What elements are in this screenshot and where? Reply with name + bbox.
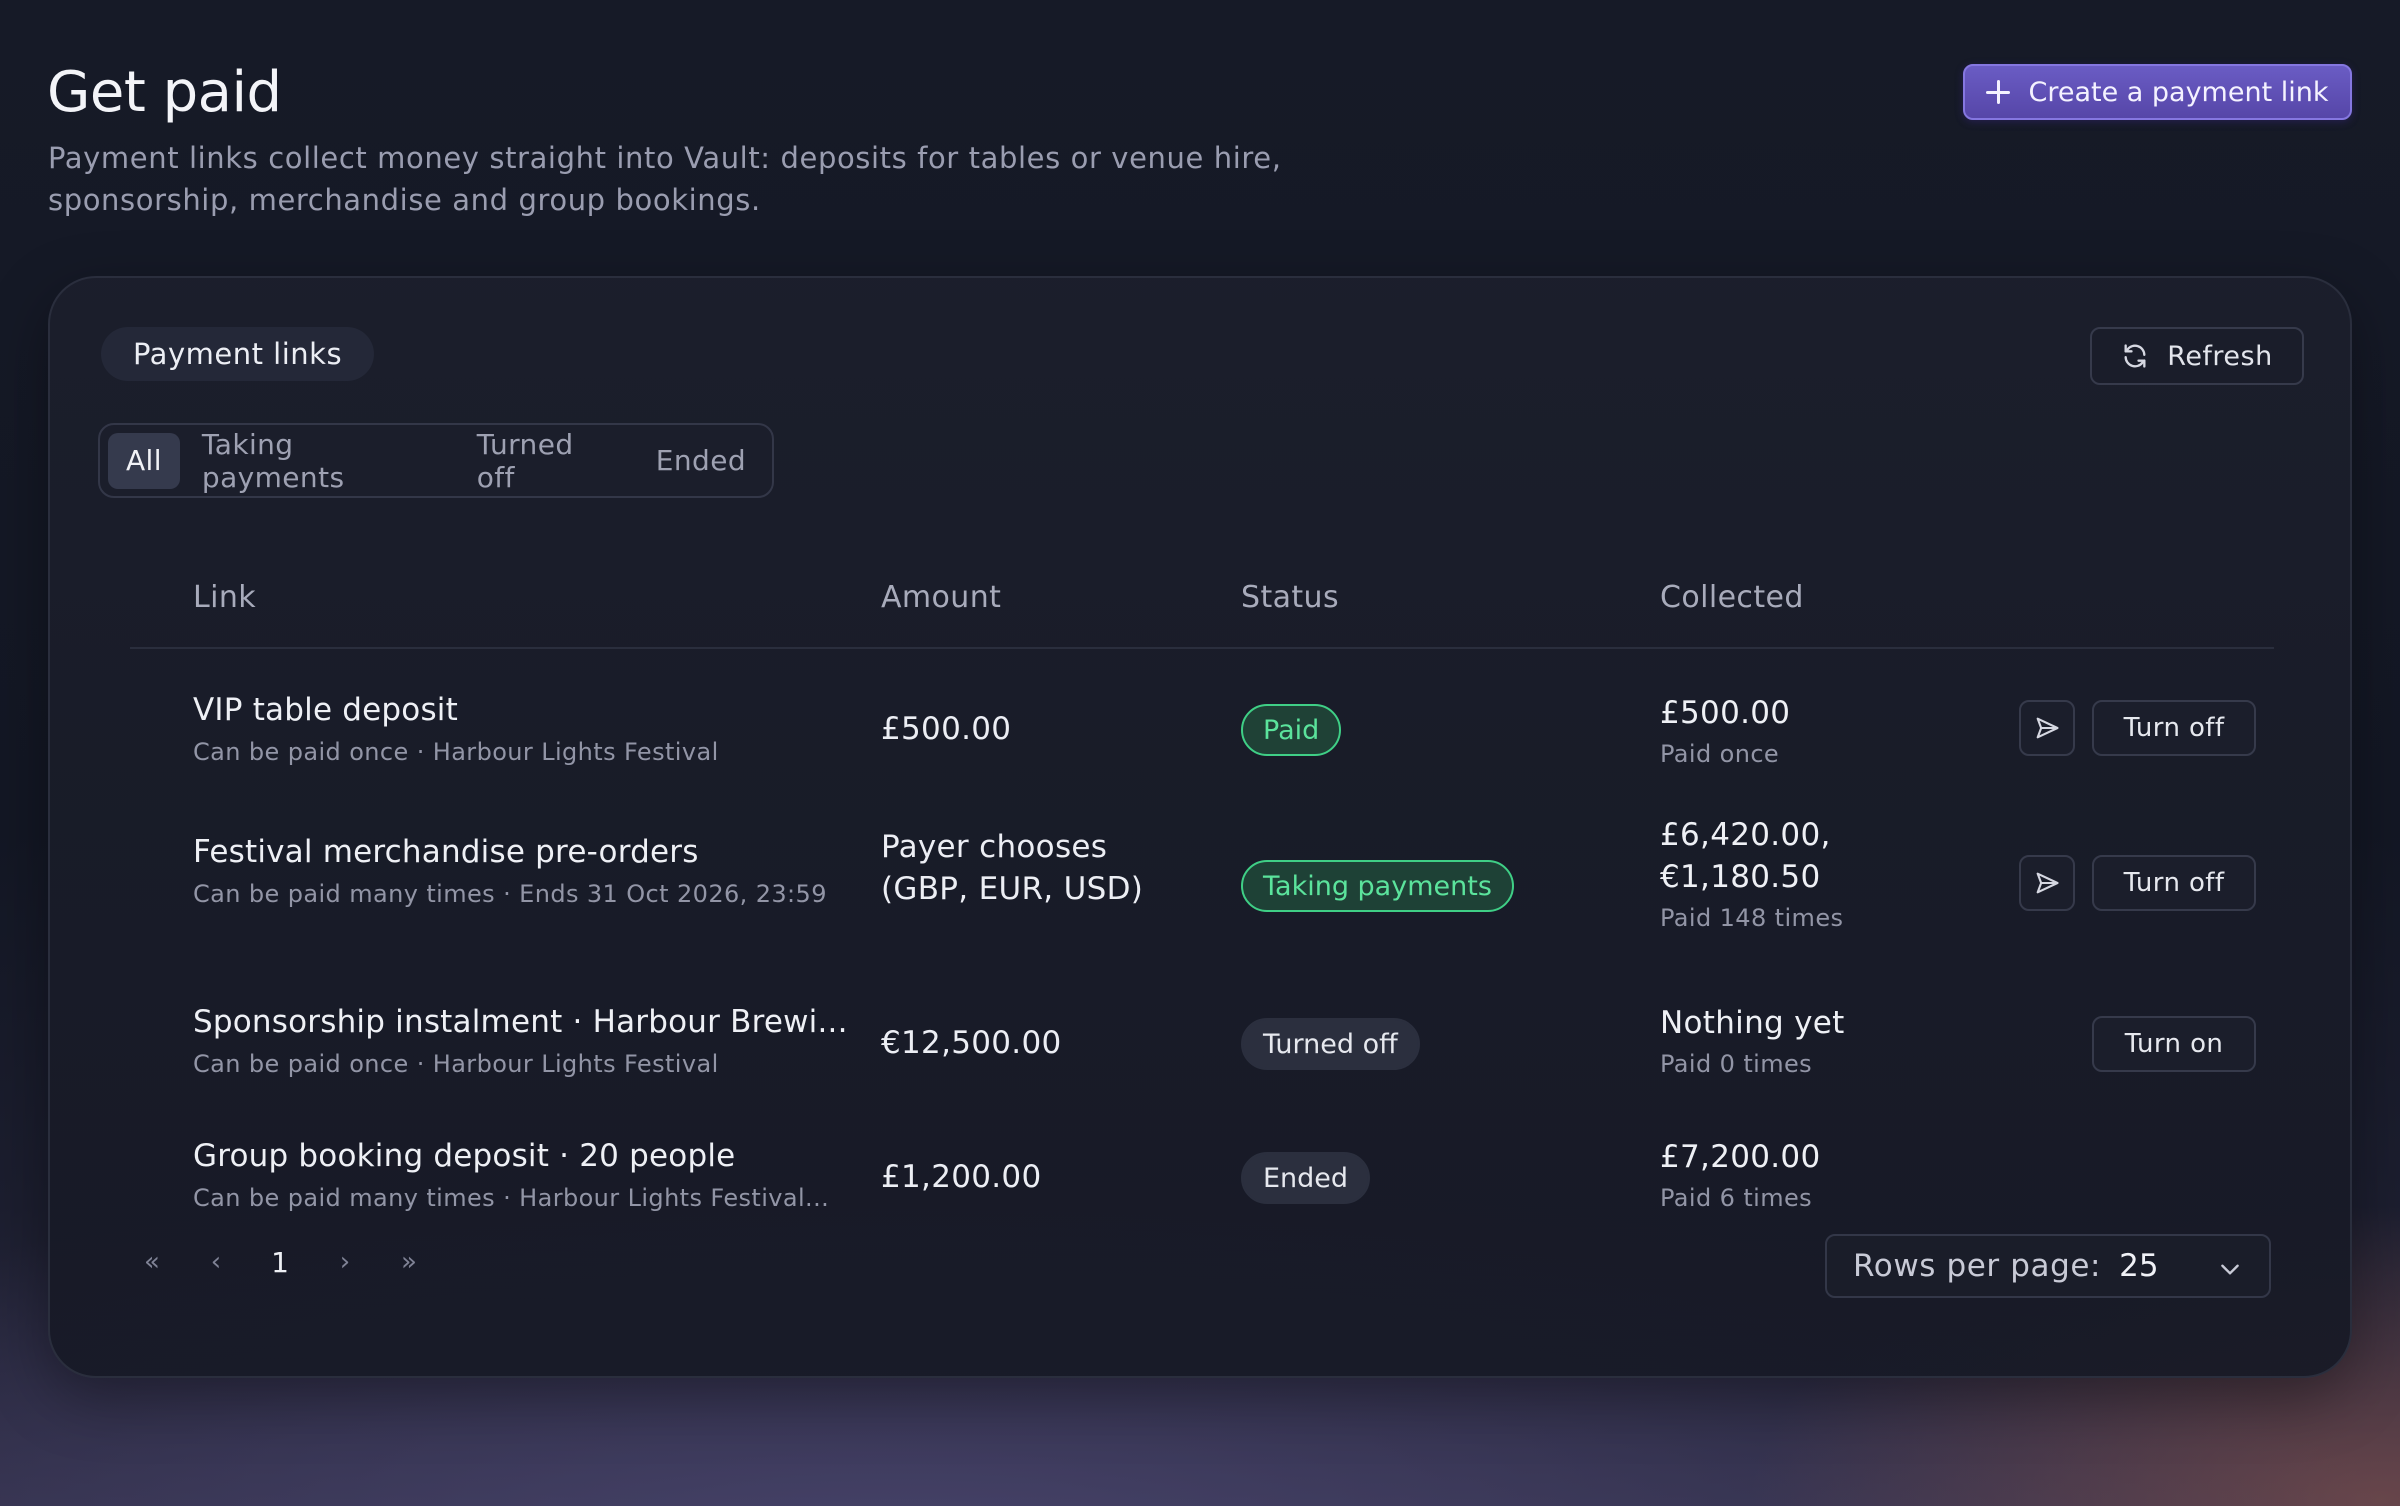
create-payment-link-button[interactable]: Create a payment link bbox=[1963, 64, 2352, 120]
collected-cell: £6,420.00, €1,180.50 Paid 148 times bbox=[1660, 814, 1843, 932]
amount-cell: £500.00 bbox=[881, 708, 1011, 750]
first-page-button[interactable]: « bbox=[130, 1234, 174, 1290]
collected-count: Paid 148 times bbox=[1660, 904, 1844, 932]
last-page-button[interactable]: » bbox=[387, 1234, 431, 1290]
status-filter-tabs: All Taking payments Turned off Ended bbox=[98, 423, 774, 498]
link-subtitle: Can be paid many times · Harbour Lights … bbox=[193, 1184, 830, 1212]
collected-amount: Nothing yet bbox=[1660, 1005, 1845, 1041]
chevron-down-icon bbox=[2221, 1264, 2239, 1275]
filter-tab-turned-off[interactable]: Turned off bbox=[459, 428, 634, 494]
table-header: Link Amount Status Collected bbox=[130, 568, 2274, 649]
link-subtitle: Can be paid many times · Ends 31 Oct 202… bbox=[193, 880, 827, 908]
link-title[interactable]: Festival merchandise pre-orders bbox=[193, 834, 827, 870]
link-subtitle: Can be paid once · Harbour Lights Festiv… bbox=[193, 738, 719, 766]
status-badge: Turned off bbox=[1241, 1018, 1420, 1070]
share-link-button[interactable] bbox=[2019, 855, 2075, 911]
link-subtitle: Can be paid once · Harbour Lights Festiv… bbox=[193, 1050, 719, 1078]
rows-per-page-select[interactable]: Rows per page: 25 bbox=[1825, 1234, 2271, 1298]
table-row[interactable]: Sponsorship instalment · Harbour Brewi..… bbox=[130, 978, 2274, 1108]
collected-count: Paid 6 times bbox=[1660, 1184, 1813, 1212]
pagination: « ‹ 1 › » bbox=[130, 1234, 530, 1290]
status-cell: Ended bbox=[1241, 1152, 1371, 1204]
collected-cell: Nothing yet Paid 0 times bbox=[1660, 1002, 1845, 1078]
refresh-icon bbox=[2124, 344, 2146, 368]
amount-cell: €12,500.00 bbox=[881, 1022, 1062, 1064]
filter-tab-taking-payments[interactable]: Taking payments bbox=[184, 428, 455, 494]
amount-value: £500.00 bbox=[881, 711, 1012, 747]
status-badge: Paid bbox=[1241, 704, 1342, 756]
link-title[interactable]: Sponsorship instalment · Harbour Brewi..… bbox=[193, 1004, 848, 1040]
table-row[interactable]: Festival merchandise pre-orders Can be p… bbox=[130, 798, 2274, 978]
link-title[interactable]: Group booking deposit · 20 people bbox=[193, 1138, 829, 1174]
amount-currencies: (GBP, EUR, USD) bbox=[881, 871, 1144, 907]
table-row[interactable]: Group booking deposit · 20 people Can be… bbox=[130, 1108, 2274, 1228]
refresh-label: Refresh bbox=[2167, 340, 2273, 372]
card-title: Payment links bbox=[101, 327, 375, 381]
prev-page-button[interactable]: ‹ bbox=[194, 1234, 238, 1290]
current-page[interactable]: 1 bbox=[258, 1234, 302, 1290]
share-link-button[interactable] bbox=[2019, 700, 2075, 756]
create-payment-link-label: Create a payment link bbox=[2028, 76, 2329, 108]
send-icon bbox=[2036, 872, 2059, 894]
collected-count: Paid 0 times bbox=[1660, 1050, 1813, 1078]
amount-cell: Payer chooses (GBP, EUR, USD) bbox=[881, 826, 1143, 910]
amount-cell: £1,200.00 bbox=[881, 1156, 1041, 1198]
status-badge: Ended bbox=[1241, 1152, 1371, 1204]
rows-per-page-value: 25 bbox=[2119, 1248, 2159, 1284]
column-header-link[interactable]: Link bbox=[193, 580, 256, 615]
plus-icon bbox=[1986, 80, 2011, 104]
payment-links-card: Payment links Refresh All Taking payment… bbox=[48, 276, 2352, 1378]
next-page-button[interactable]: › bbox=[323, 1234, 367, 1290]
refresh-button[interactable]: Refresh bbox=[2090, 327, 2304, 385]
link-cell: Sponsorship instalment · Harbour Brewi..… bbox=[193, 1004, 848, 1078]
collected-count: Paid once bbox=[1660, 740, 1780, 768]
table-row[interactable]: VIP table deposit Can be paid once · Har… bbox=[130, 658, 2274, 798]
collected-amount-secondary: €1,180.50 bbox=[1660, 859, 1821, 895]
amount-value: €12,500.00 bbox=[881, 1025, 1062, 1061]
status-cell: Turned off bbox=[1241, 1018, 1420, 1070]
collected-amount: £6,420.00, bbox=[1660, 817, 1831, 853]
collected-amount: £500.00 bbox=[1660, 695, 1791, 731]
amount-value: Payer chooses bbox=[881, 829, 1108, 865]
amount-value: £1,200.00 bbox=[881, 1159, 1042, 1195]
status-cell: Paid bbox=[1241, 704, 1342, 756]
turn-off-button[interactable]: Turn off bbox=[2092, 855, 2256, 911]
rows-per-page-label: Rows per page: bbox=[1853, 1248, 2102, 1284]
column-header-collected[interactable]: Collected bbox=[1660, 580, 1804, 615]
collected-cell: £7,200.00 Paid 6 times bbox=[1660, 1136, 1820, 1212]
link-cell: Festival merchandise pre-orders Can be p… bbox=[193, 834, 827, 908]
page-title: Get paid bbox=[47, 60, 282, 125]
send-icon bbox=[2036, 717, 2059, 739]
collected-amount: £7,200.00 bbox=[1660, 1139, 1821, 1175]
turn-off-button[interactable]: Turn off bbox=[2092, 700, 2256, 756]
link-cell: VIP table deposit Can be paid once · Har… bbox=[193, 692, 719, 766]
filter-tab-ended[interactable]: Ended bbox=[638, 433, 764, 489]
link-title[interactable]: VIP table deposit bbox=[193, 692, 719, 728]
status-badge: Taking payments bbox=[1241, 860, 1514, 912]
link-cell: Group booking deposit · 20 people Can be… bbox=[193, 1138, 829, 1212]
filter-tab-all[interactable]: All bbox=[108, 432, 180, 489]
column-header-status[interactable]: Status bbox=[1241, 580, 1339, 615]
collected-cell: £500.00 Paid once bbox=[1660, 692, 1790, 768]
turn-on-button[interactable]: Turn on bbox=[2092, 1016, 2256, 1072]
status-cell: Taking payments bbox=[1241, 860, 1514, 912]
column-header-amount[interactable]: Amount bbox=[881, 580, 1001, 615]
page-subtitle: Payment links collect money straight int… bbox=[48, 141, 1282, 217]
